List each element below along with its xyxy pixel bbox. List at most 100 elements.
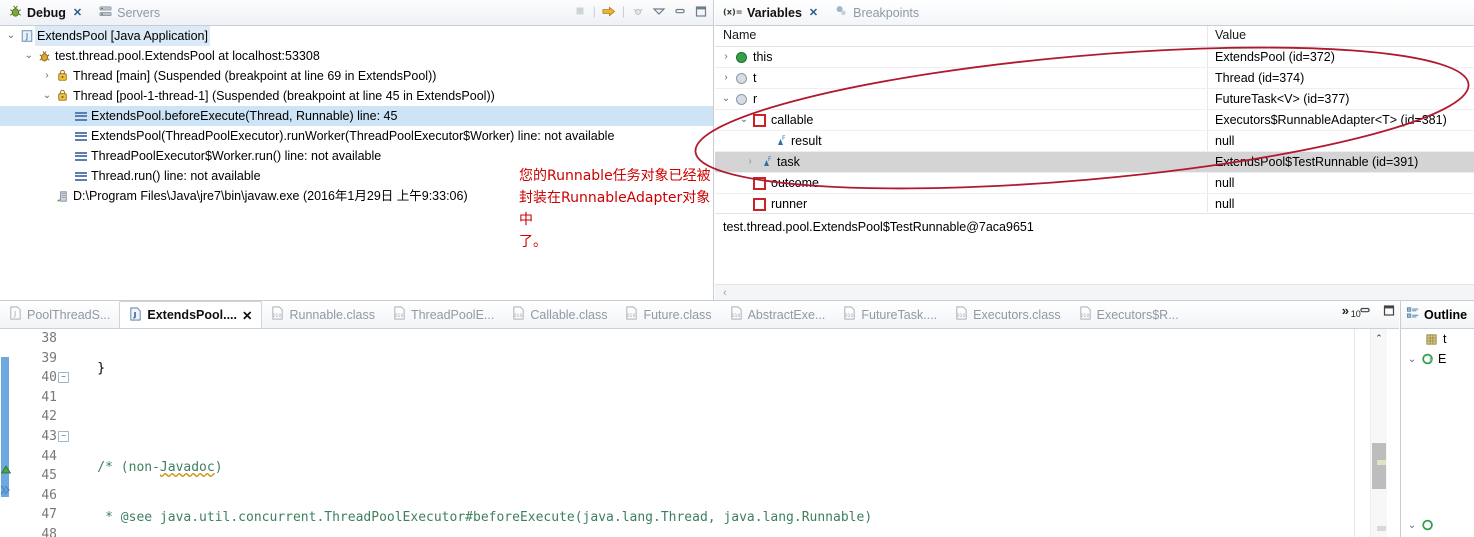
outline-row[interactable]: t [1401, 329, 1474, 349]
breakpoints-icon [834, 4, 849, 21]
overview-marker-occurrence[interactable] [1377, 460, 1386, 465]
outline-tab-label[interactable]: Outline [1424, 308, 1467, 322]
debug-tree-row[interactable]: ExtendsPool(ThreadPoolExecutor).runWorke… [0, 126, 713, 146]
line-number: 47 [41, 507, 57, 523]
variable-row[interactable]: › t Thread (id=374) [715, 68, 1474, 89]
resume-arrow-icon[interactable] [601, 3, 617, 19]
debug-tree-row[interactable]: › Thread [main] (Suspended (breakpoint a… [0, 66, 713, 86]
editor-tab[interactable]: 010 Runnable.class [262, 301, 383, 328]
column-header-value[interactable]: Value [1215, 28, 1246, 42]
line-number-foldable: 43 − [14, 427, 69, 447]
maximize-icon[interactable] [1381, 302, 1397, 318]
tree-twisty[interactable]: ⌄ [1405, 520, 1419, 531]
editor-tab[interactable]: 010 Callable.class [503, 301, 616, 328]
tree-twisty[interactable]: › [40, 66, 54, 86]
code-line[interactable] [66, 409, 1339, 429]
tree-twisty[interactable]: ⌄ [22, 46, 36, 66]
class-file-icon: 010 [955, 306, 968, 323]
variable-row[interactable]: › this ExtendsPool (id=372) [715, 47, 1474, 68]
editor-tab[interactable]: 010 ThreadPoolE... [384, 301, 503, 328]
tab-overflow-chevron-icon[interactable]: » 10 [1341, 302, 1361, 319]
tree-twisty[interactable]: ⌄ [1405, 354, 1419, 365]
class-file-icon: 010 [625, 306, 638, 323]
class-file-icon: 010 [1079, 306, 1092, 323]
column-header-name[interactable]: Name [723, 28, 756, 42]
close-icon[interactable]: ✕ [73, 6, 82, 19]
tab-servers-label: Servers [117, 5, 161, 20]
code-line[interactable]: } [66, 359, 1339, 379]
variable-detail-pane[interactable]: test.thread.pool.ExtendsPool$TestRunnabl… [715, 213, 1474, 278]
tree-twisty[interactable]: ⌄ [40, 86, 54, 106]
current-instruction-pointer-icon[interactable] [0, 484, 13, 499]
debug-bug-icon [8, 4, 23, 22]
debug-tree-label: ExtendsPool.beforeExecute(Thread, Runnab… [91, 109, 398, 123]
debug-tree-label: ExtendsPool(ThreadPoolExecutor).runWorke… [91, 129, 615, 143]
code-line[interactable]: * @see java.util.concurrent.ThreadPoolEx… [66, 508, 1339, 528]
code-text[interactable]: } /* (non-Javadoc) * @see java.util.conc… [66, 329, 1339, 537]
editor-tab[interactable]: 010 Executors$R... [1070, 301, 1188, 328]
code-token: } [66, 361, 106, 376]
tab-debug[interactable]: Debug ✕ [0, 0, 90, 25]
line-number-text: 43 [41, 428, 57, 444]
variable-row-selected[interactable]: › F task ExtendsPool$TestRunnable (id=39… [715, 152, 1474, 173]
scroll-up-icon[interactable]: ⌃ [1371, 331, 1387, 345]
outline-tree[interactable]: t ⌄ E ⌄ [1401, 329, 1474, 537]
tab-variables[interactable]: (x)= Variables ✕ [715, 0, 826, 25]
view-menu-icon[interactable] [651, 3, 667, 19]
tree-twisty[interactable]: › [719, 47, 733, 67]
editor-tab-active[interactable]: J ExtendsPool.... ✕ [119, 301, 263, 328]
line-number-text: 40 [41, 370, 57, 386]
editor-tab[interactable]: 010 Future.class [616, 301, 720, 328]
outline-row[interactable]: ⌄ [1401, 515, 1438, 535]
terminate-icon[interactable] [572, 3, 588, 19]
tree-twisty[interactable]: ⌄ [4, 26, 18, 46]
tree-twisty[interactable]: ⌄ [737, 110, 751, 130]
editor-tab[interactable]: 010 FutureTask.... [834, 301, 946, 328]
debug-tree-row[interactable]: ⌄ Thread [pool-1-thread-1] (Suspended (b… [0, 86, 713, 106]
close-icon[interactable]: ✕ [242, 308, 252, 323]
editor-tab[interactable]: 010 Executors.class [946, 301, 1070, 328]
editor-vertical-scrollbar[interactable]: ⌃ [1370, 329, 1387, 537]
scrollbar-thumb[interactable] [1372, 443, 1386, 489]
close-icon[interactable]: ✕ [809, 6, 818, 19]
tree-twisty[interactable]: › [743, 152, 757, 172]
disconnect-icon[interactable] [630, 3, 646, 19]
overview-marker-bottom[interactable] [1377, 526, 1386, 531]
tab-breakpoints[interactable]: Breakpoints [826, 0, 927, 25]
variable-row[interactable]: ⌄ callable Executors$RunnableAdapter<T> … [715, 110, 1474, 131]
java-file-icon: J [9, 306, 22, 323]
minimize-icon[interactable] [672, 3, 688, 19]
variable-row[interactable]: F result null [715, 131, 1474, 152]
overflow-chevron-glyph: » [1341, 302, 1349, 318]
debug-tree[interactable]: ⌄ J ExtendsPool [Java Application] ⌄ tes… [0, 26, 713, 300]
variable-value: null [1215, 197, 1235, 211]
variable-row[interactable]: ⌄ r FutureTask<V> (id=377) [715, 89, 1474, 110]
class-green-icon [1419, 518, 1436, 532]
variable-value: null [1215, 134, 1235, 148]
class-file-icon: 010 [393, 306, 406, 323]
maximize-icon[interactable] [693, 3, 709, 19]
annotation-line: 了。 [519, 234, 547, 250]
tree-twisty[interactable]: ⌄ [719, 89, 733, 109]
outline-row[interactable]: ⌄ E [1401, 349, 1474, 369]
variables-view-tabbar: (x)= Variables ✕ Breakpoints [715, 0, 1474, 26]
variable-row[interactable]: outcome null [715, 173, 1474, 194]
override-marker-icon[interactable] [0, 464, 12, 478]
debug-tree-row[interactable]: ⌄ test.thread.pool.ExtendsPool at localh… [0, 46, 713, 66]
stack-frame-icon [72, 130, 89, 142]
variables-tree[interactable]: › this ExtendsPool (id=372) › t Thread (… [715, 47, 1474, 212]
debug-tree-row[interactable]: ThreadPoolExecutor$Worker.run() line: no… [0, 146, 713, 166]
code-line[interactable]: /* (non-Javadoc) [66, 458, 1339, 478]
editor-tab[interactable]: 010 AbstractExe... [721, 301, 835, 328]
editor-tab[interactable]: J PoolThreadS... [0, 301, 119, 328]
debug-tree-row-selected[interactable]: ExtendsPool.beforeExecute(Thread, Runnab… [0, 106, 713, 126]
code-editor[interactable]: 38 39 40 − 41 42 43 − 44 45 46 47 48} /… [0, 329, 1399, 537]
editor-marker-gutter[interactable] [0, 357, 14, 537]
variables-xy-icon: (x)= [723, 4, 743, 21]
tab-servers[interactable]: Servers [90, 0, 168, 25]
variables-horizontal-scrollbar[interactable]: ‹ [715, 284, 1474, 300]
variable-row[interactable]: runner null [715, 194, 1474, 212]
tree-twisty[interactable]: › [719, 68, 733, 88]
debug-tree-row[interactable]: ⌄ J ExtendsPool [Java Application] [0, 26, 713, 46]
scroll-left-icon[interactable]: ‹ [723, 287, 727, 299]
